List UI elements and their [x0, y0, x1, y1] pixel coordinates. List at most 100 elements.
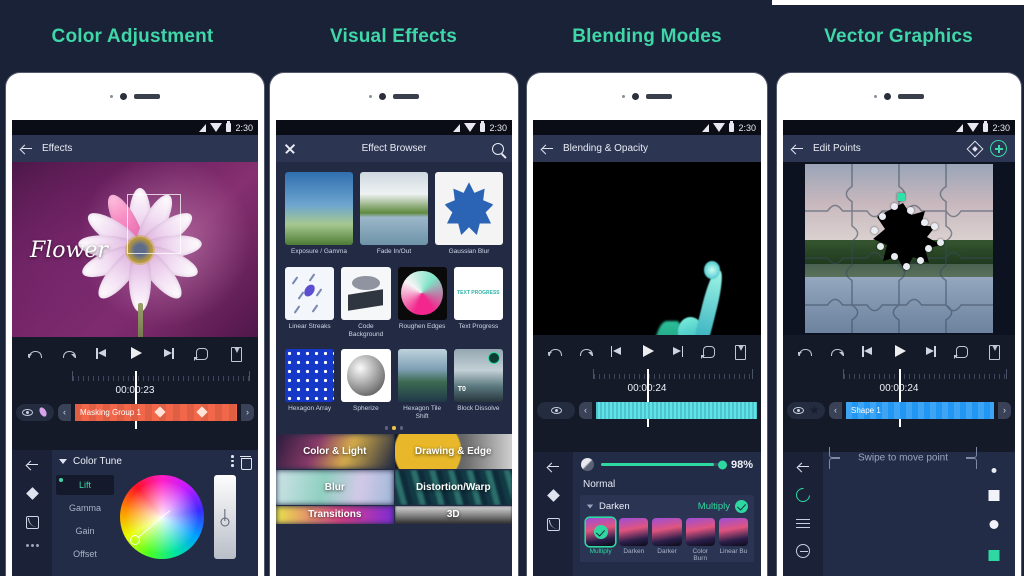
effect-item[interactable]: T0 Block Dissolve [453, 349, 503, 421]
play-icon[interactable] [639, 344, 655, 359]
check-icon[interactable] [735, 500, 748, 513]
bookmark-icon[interactable] [986, 344, 1001, 360]
trash-icon[interactable] [240, 455, 252, 470]
reset-icon[interactable] [793, 485, 813, 505]
skip-to-end-icon[interactable] [923, 344, 938, 359]
pager-dot-active[interactable] [392, 426, 396, 430]
bookmark-icon[interactable] [732, 344, 747, 360]
effect-item[interactable]: Linear Streaks [285, 266, 335, 339]
video-preview-1[interactable]: Flower [12, 162, 258, 337]
undo-icon[interactable] [797, 344, 813, 359]
current-blend-mode[interactable]: Normal [573, 473, 761, 495]
pager-dot[interactable] [384, 426, 389, 430]
timeline-clip[interactable]: Shape 1 [846, 401, 994, 419]
scroll-left-button[interactable]: ‹ [579, 401, 592, 419]
pagination-dots[interactable] [276, 421, 512, 434]
rail-handle-active[interactable] [988, 550, 1000, 561]
back-arrow-icon[interactable] [547, 460, 560, 473]
category-tile[interactable]: 3D [394, 505, 512, 524]
caret-down-icon[interactable] [59, 458, 67, 464]
luminance-slider[interactable] [214, 475, 236, 559]
category-tile[interactable]: Distortion/Warp [394, 469, 512, 505]
skip-to-end-icon[interactable] [161, 346, 176, 361]
more-options-icon[interactable] [25, 544, 39, 547]
scroll-right-button[interactable]: › [998, 401, 1011, 419]
add-point-button[interactable] [990, 140, 1007, 157]
category-tile[interactable]: Blur [276, 469, 394, 505]
curve-editor-icon[interactable] [546, 518, 560, 531]
active-point[interactable] [896, 193, 905, 202]
pager-dot[interactable] [399, 426, 404, 430]
blend-mode-item[interactable]: Linear Bu [718, 518, 749, 562]
skip-to-end-icon[interactable] [670, 344, 685, 359]
back-arrow-icon[interactable] [26, 458, 39, 471]
skip-to-start-icon[interactable] [94, 346, 109, 361]
scroll-left-button[interactable]: ‹ [58, 403, 71, 421]
blend-mode-item[interactable]: Darker [652, 518, 682, 562]
effect-item[interactable]: Spherize [341, 349, 391, 421]
video-preview-4[interactable] [783, 162, 1015, 335]
overflow-menu-icon[interactable] [231, 455, 234, 467]
video-preview-3[interactable] [533, 162, 761, 335]
timeline-clip[interactable] [596, 401, 757, 419]
track-visibility-toggle[interactable] [16, 403, 54, 421]
category-tile[interactable]: Transitions [276, 505, 394, 524]
keyframe-diamond-icon[interactable] [966, 140, 984, 157]
scroll-left-button[interactable]: ‹ [829, 401, 842, 419]
tab-gain[interactable]: Gain [56, 521, 114, 541]
back-arrow-icon[interactable] [797, 460, 810, 473]
play-icon[interactable] [127, 346, 143, 361]
play-icon[interactable] [891, 344, 907, 359]
selection-box[interactable] [127, 194, 181, 254]
effect-item[interactable]: Code Background [341, 266, 391, 339]
redo-icon[interactable] [578, 344, 593, 359]
effect-item[interactable]: TEXT PROGRESS Text Progress [453, 266, 503, 339]
search-icon[interactable] [492, 142, 504, 155]
loop-icon[interactable] [194, 346, 209, 361]
blend-mode-item[interactable]: Color Burn [685, 518, 715, 562]
tab-lift[interactable]: Lift [56, 475, 114, 495]
back-arrow-icon[interactable] [20, 142, 33, 155]
opacity-slider[interactable] [601, 460, 727, 469]
sliders-icon[interactable] [796, 517, 810, 529]
effect-item[interactable]: Gaussian Blur [435, 172, 503, 257]
skip-to-start-icon[interactable] [860, 344, 875, 359]
zoom-out-icon[interactable] [796, 544, 810, 558]
opacity-slider-thumb[interactable] [717, 460, 727, 469]
scroll-right-button[interactable]: › [241, 403, 254, 421]
undo-icon[interactable] [27, 346, 43, 361]
undo-icon[interactable] [547, 344, 562, 359]
caret-down-icon[interactable] [586, 504, 594, 509]
skip-to-start-icon[interactable] [609, 344, 624, 359]
blend-mode-item[interactable]: Darken [619, 518, 649, 562]
color-wheel[interactable] [120, 475, 204, 559]
bookmark-icon[interactable] [228, 346, 243, 362]
effect-item[interactable]: Hexagon Tile Shift [397, 349, 447, 421]
keyframe-diamond-icon[interactable] [25, 487, 39, 500]
keyframe-diamond-icon[interactable] [546, 489, 560, 502]
effect-item[interactable]: Roughen Edges [397, 266, 447, 339]
category-tile[interactable]: Drawing & Edge [394, 433, 512, 469]
rail-handle-circle[interactable] [989, 520, 999, 529]
loop-icon[interactable] [701, 344, 716, 359]
curve-editor-icon[interactable] [25, 516, 39, 529]
keyframe-marker[interactable] [196, 406, 208, 418]
back-arrow-icon[interactable] [541, 142, 554, 155]
download-badge[interactable] [488, 352, 500, 364]
back-arrow-icon[interactable] [791, 142, 804, 155]
rail-point[interactable] [991, 468, 997, 473]
luminance-slider-knob[interactable] [220, 517, 230, 527]
track-visibility-toggle[interactable] [787, 401, 825, 419]
redo-icon[interactable] [829, 344, 844, 359]
vector-shape[interactable] [869, 193, 947, 273]
timeline-clip[interactable]: Masking Group 1 [75, 403, 237, 421]
blend-mode-item[interactable]: Multiply [586, 518, 616, 562]
track-visibility-toggle[interactable] [537, 401, 575, 419]
redo-icon[interactable] [61, 346, 76, 361]
keyframe-marker[interactable] [154, 406, 166, 418]
tab-offset[interactable]: Offset [56, 544, 114, 564]
tab-gamma[interactable]: Gamma [56, 498, 114, 518]
effect-item[interactable]: Exposure / Gamma [285, 172, 353, 257]
category-tile[interactable]: Color & Light [276, 433, 394, 469]
loop-icon[interactable] [954, 344, 969, 359]
